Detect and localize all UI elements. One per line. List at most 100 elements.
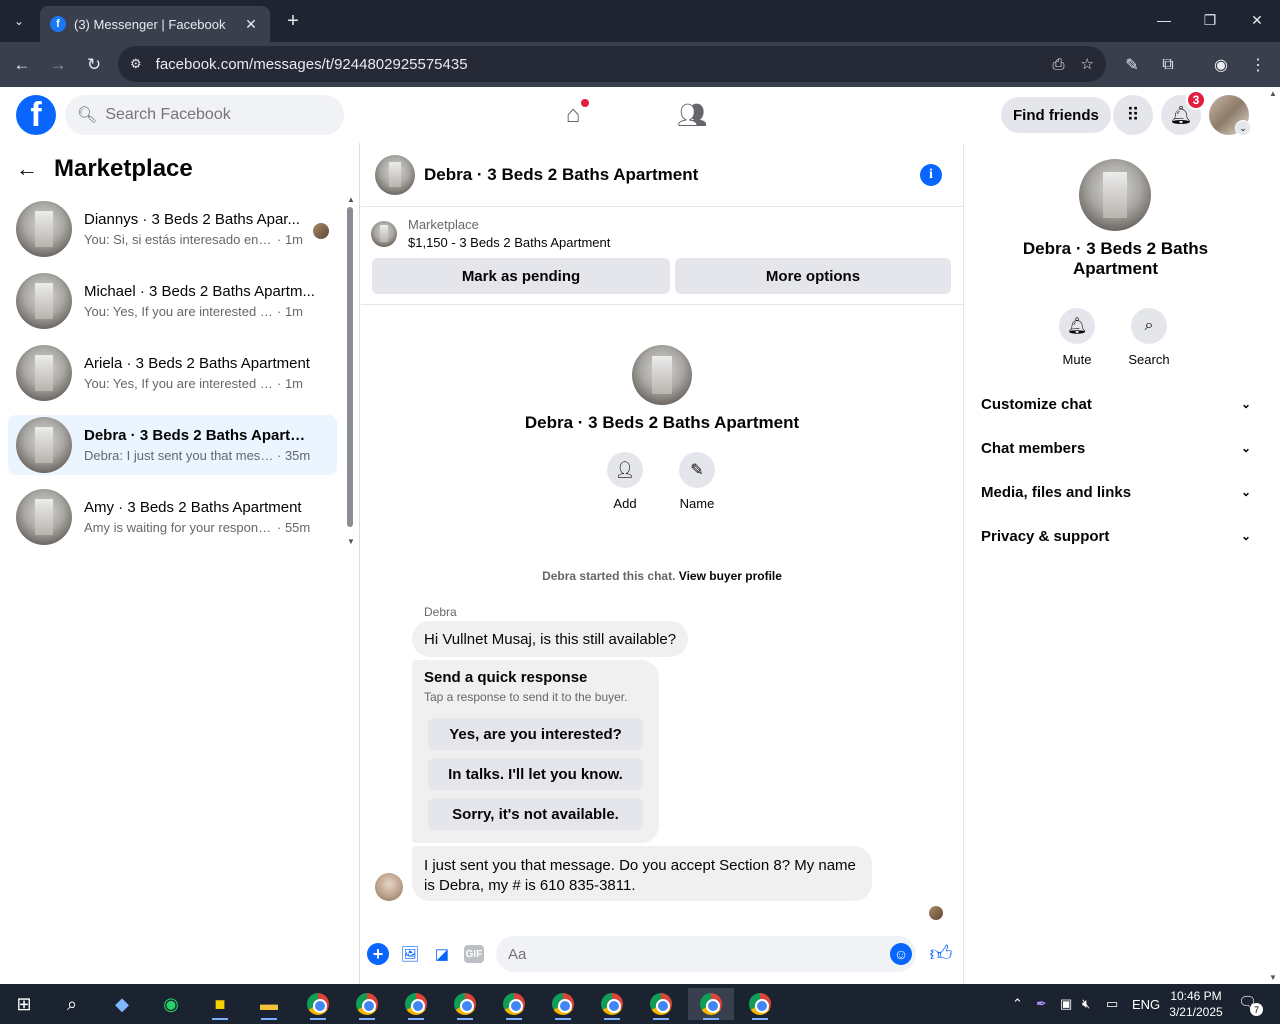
friends-icon[interactable]: 👥︎ — [675, 99, 709, 131]
view-buyer-profile-link[interactable]: View buyer profile — [679, 569, 782, 583]
search-icon[interactable]: ⌕ — [52, 988, 92, 1020]
conversation-item[interactable]: Amy · 3 Beds 2 Baths Apartment Amy is wa… — [8, 487, 337, 547]
back-arrow-icon[interactable]: ← — [8, 51, 36, 79]
language-indicator[interactable]: ENG — [1132, 984, 1160, 1024]
chat-details-panel: Debra · 3 Beds 2 Baths Apartment 🔔︎ Mute… — [963, 143, 1266, 984]
chrome-icon[interactable] — [396, 988, 436, 1020]
chrome-icon[interactable] — [592, 988, 632, 1020]
emoji-icon[interactable]: ☺ — [890, 943, 912, 965]
menu-icon[interactable]: ⋮ — [1245, 52, 1271, 78]
url-text[interactable]: facebook.com/messages/t/9244802925575435 — [156, 56, 1037, 73]
search-conversation-button[interactable]: ⌕ Search — [1119, 308, 1179, 367]
facebook-logo-icon[interactable]: f — [16, 95, 56, 135]
scroll-up-arrow[interactable]: ▲ — [1269, 89, 1277, 98]
gif-icon[interactable]: GIF — [464, 945, 484, 963]
info-icon[interactable]: i — [920, 164, 942, 186]
mute-button[interactable]: 🔔︎ Mute — [1047, 308, 1107, 367]
new-tab-button[interactable]: + — [280, 8, 306, 34]
minimize-button[interactable]: — — [1150, 8, 1178, 32]
seen-avatar — [313, 223, 329, 239]
profile-icon[interactable]: ◉ — [1208, 52, 1234, 78]
read-receipt-avatar — [929, 906, 943, 920]
more-options-button[interactable]: More options — [675, 258, 951, 294]
install-app-icon[interactable]: ⎙ — [1053, 56, 1065, 73]
menu-grid-icon[interactable]: ⠿ — [1113, 95, 1153, 135]
site-info-icon[interactable]: ⚙ — [130, 56, 142, 72]
search-input[interactable] — [105, 106, 326, 124]
chrome-icon[interactable] — [688, 988, 734, 1020]
back-arrow-icon[interactable]: ← — [16, 156, 38, 182]
chat-members-section[interactable]: Chat members ⌄ — [981, 430, 1251, 466]
show-hidden-icons-chevron-up-icon[interactable]: ⌃ — [1012, 984, 1023, 1024]
clock-date: 3/21/2025 — [1169, 1005, 1223, 1019]
reload-icon[interactable]: ↻ — [80, 51, 108, 79]
chrome-icon[interactable] — [641, 988, 681, 1020]
pen-icon[interactable]: ✎ — [1119, 52, 1145, 78]
address-bar[interactable]: ⚙ facebook.com/messages/t/92448029255754… — [118, 46, 1106, 82]
system-clock[interactable]: 10:46 PM 3/21/2025 — [1164, 988, 1228, 1020]
conversation-item[interactable]: Ariela · 3 Beds 2 Baths Apartment You: Y… — [8, 343, 337, 403]
forward-arrow-icon[interactable]: → — [44, 51, 72, 79]
sender-avatar[interactable] — [375, 873, 403, 901]
sticky-notes-icon[interactable]: ■ — [200, 988, 240, 1020]
mute-label: Mute — [1062, 352, 1092, 367]
media-files-links-section[interactable]: Media, files and links ⌄ — [981, 474, 1251, 510]
quick-response-button[interactable]: Yes, are you interested? — [428, 718, 643, 750]
quick-response-button[interactable]: In talks. I'll let you know. — [428, 758, 643, 790]
close-window-button[interactable]: ✕ — [1243, 8, 1271, 32]
scroll-down-arrow[interactable]: ▼ — [1269, 973, 1277, 982]
browser-tab[interactable]: f (3) Messenger | Facebook ✕ — [40, 6, 270, 42]
conversation-item-active[interactable]: Debra · 3 Beds 2 Baths Apartment Debra: … — [8, 415, 337, 475]
conversation-name: Ariela · 3 Beds 2 Baths Apartment — [84, 355, 310, 372]
conversation-item[interactable]: Michael · 3 Beds 2 Baths Apartm... You: … — [8, 271, 337, 331]
chrome-icon[interactable] — [740, 988, 780, 1020]
message-input[interactable] — [508, 945, 868, 963]
details-avatar — [1079, 159, 1151, 231]
chrome-icon[interactable] — [298, 988, 338, 1020]
action-center-badge: 7 — [1250, 1003, 1263, 1016]
add-person-icon: 👤︎ — [607, 452, 643, 488]
copilot-icon[interactable]: ◆ — [102, 988, 142, 1020]
restore-button[interactable]: ❐ — [1196, 8, 1224, 32]
whatsapp-icon[interactable]: ◉ — [151, 988, 191, 1020]
network-icon[interactable]: ▭ — [1106, 984, 1118, 1024]
notification-badge: 3 — [1186, 90, 1206, 110]
photo-icon[interactable]: 🖼︎ — [399, 943, 421, 965]
quick-response-button[interactable]: Sorry, it's not available. — [428, 798, 643, 830]
tab-search-button[interactable]: ⌄ — [6, 8, 32, 34]
chat-center-avatar — [632, 345, 692, 405]
volume-muted-icon[interactable]: 🔇︎ — [1082, 984, 1090, 1024]
windows-start-icon[interactable]: ⊞ — [4, 988, 44, 1020]
scroll-down-arrow[interactable]: ▼ — [347, 537, 355, 546]
privacy-support-section[interactable]: Privacy & support ⌄ — [981, 518, 1251, 554]
tab-close-icon[interactable]: ✕ — [242, 16, 260, 33]
chrome-icon[interactable] — [445, 988, 485, 1020]
listing-summary[interactable]: Marketplace $1,150 - 3 Beds 2 Baths Apar… — [371, 217, 610, 250]
add-people-button[interactable]: 👤︎ Add — [595, 452, 655, 511]
chrome-icon[interactable] — [543, 988, 583, 1020]
conversation-item[interactable]: Diannys · 3 Beds 2 Baths Apar... You: Si… — [8, 199, 337, 259]
sticker-icon[interactable]: ◪ — [431, 943, 453, 965]
bookmark-star-icon[interactable]: ☆ — [1081, 55, 1094, 73]
message-composer[interactable] — [496, 936, 916, 972]
account-chevron-down-icon[interactable]: ⌄ — [1235, 120, 1251, 136]
meet-now-icon[interactable]: ▣ — [1060, 984, 1072, 1024]
customize-chat-section[interactable]: Customize chat ⌄ — [981, 386, 1251, 422]
page-scrollbar[interactable]: ▲ ▼ — [1266, 87, 1280, 984]
find-friends-button[interactable]: Find friends — [1001, 97, 1111, 133]
file-explorer-icon[interactable]: ▬ — [249, 988, 289, 1020]
quick-response-card: Send a quick response Tap a response to … — [412, 660, 659, 843]
mark-as-pending-button[interactable]: Mark as pending — [372, 258, 670, 294]
chat-avatar[interactable] — [375, 154, 415, 195]
chrome-icon[interactable] — [494, 988, 534, 1020]
chat-title[interactable]: Debra · 3 Beds 2 Baths Apartment — [424, 165, 698, 185]
facebook-search[interactable]: 🔍︎ — [65, 95, 344, 135]
name-chat-button[interactable]: ✎ Name — [667, 452, 727, 511]
pen-menu-icon[interactable]: ✒ — [1036, 984, 1047, 1024]
chrome-icon[interactable] — [347, 988, 387, 1020]
thumbs-up-icon[interactable]: 👍︎ — [928, 940, 954, 966]
scroll-up-arrow[interactable]: ▲ — [347, 195, 355, 204]
plus-icon[interactable]: + — [367, 943, 389, 965]
conversation-scrollbar[interactable] — [347, 207, 353, 527]
extensions-icon[interactable]: ⧉ — [1155, 52, 1181, 78]
